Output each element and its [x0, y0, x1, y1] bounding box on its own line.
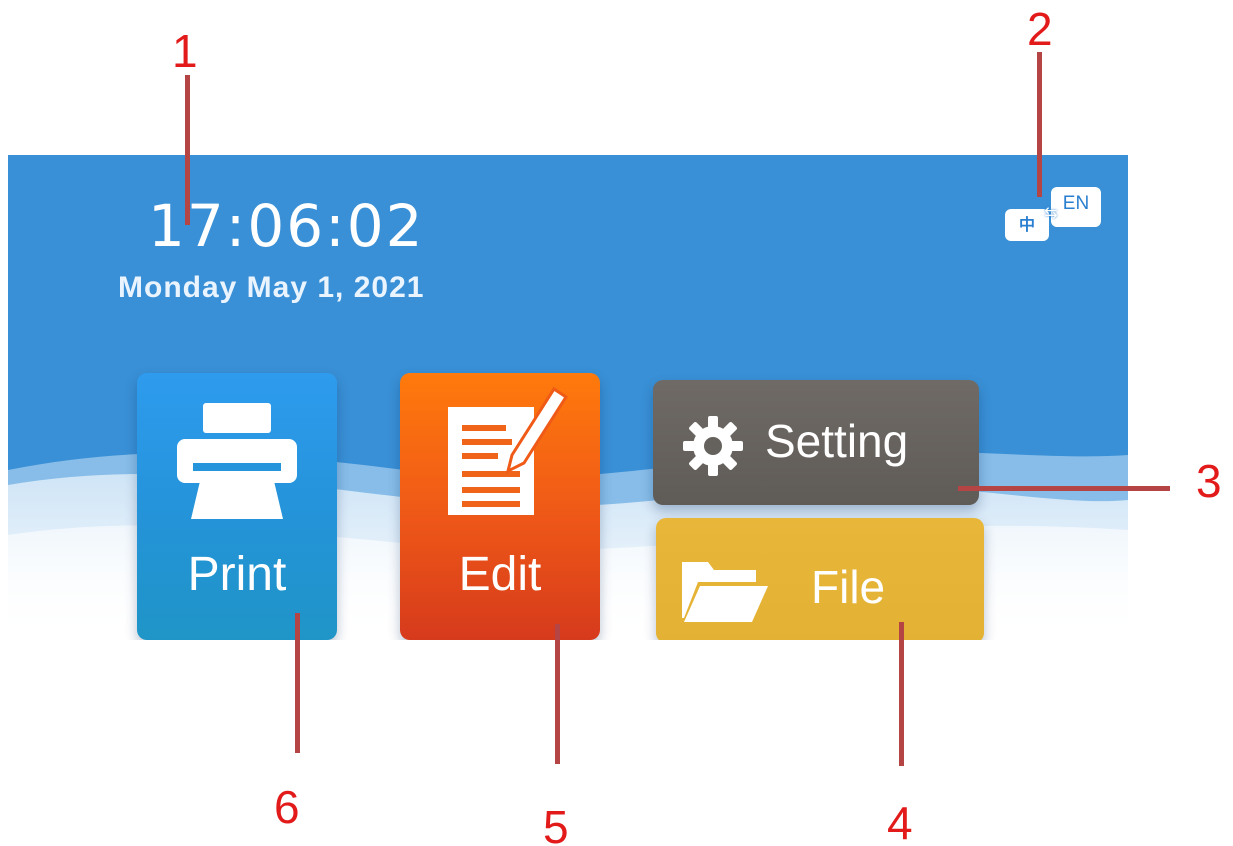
callout-number-2: 2	[1027, 3, 1053, 55]
document-edit-icon	[448, 386, 569, 515]
print-button[interactable]: Print	[137, 373, 337, 640]
language-switch-button[interactable]: EN 中 ⇆	[1005, 187, 1105, 245]
callout-line-6	[295, 613, 300, 753]
file-label: File	[811, 561, 886, 613]
callout-line-2	[1037, 52, 1042, 197]
gear-icon	[683, 416, 743, 476]
edit-button[interactable]: Edit	[400, 373, 600, 640]
print-label: Print	[187, 548, 287, 601]
annotated-screenshot: 17:06:02 Monday May 1, 2021 EN 中 ⇆ Print	[0, 0, 1233, 846]
link-icon: ⇆	[1044, 203, 1058, 222]
setting-button[interactable]: Setting	[653, 380, 979, 505]
callout-number-4: 4	[887, 797, 913, 846]
clock-date: Monday May 1, 2021	[118, 271, 425, 304]
callout-line-4	[899, 622, 904, 766]
setting-label: Setting	[765, 415, 909, 467]
callout-line-3	[958, 486, 1170, 491]
callout-number-6: 6	[274, 781, 300, 833]
callout-number-1: 1	[172, 25, 198, 77]
callout-number-3: 3	[1196, 455, 1222, 507]
home-screen: 17:06:02 Monday May 1, 2021 EN 中 ⇆ Print	[8, 155, 1128, 640]
folder-open-icon	[682, 562, 768, 622]
callout-line-1	[185, 75, 190, 225]
callout-number-5: 5	[543, 801, 569, 846]
file-button[interactable]: File	[656, 518, 984, 640]
edit-label: Edit	[458, 548, 542, 601]
callout-line-5	[555, 624, 560, 764]
printer-icon	[177, 403, 297, 519]
